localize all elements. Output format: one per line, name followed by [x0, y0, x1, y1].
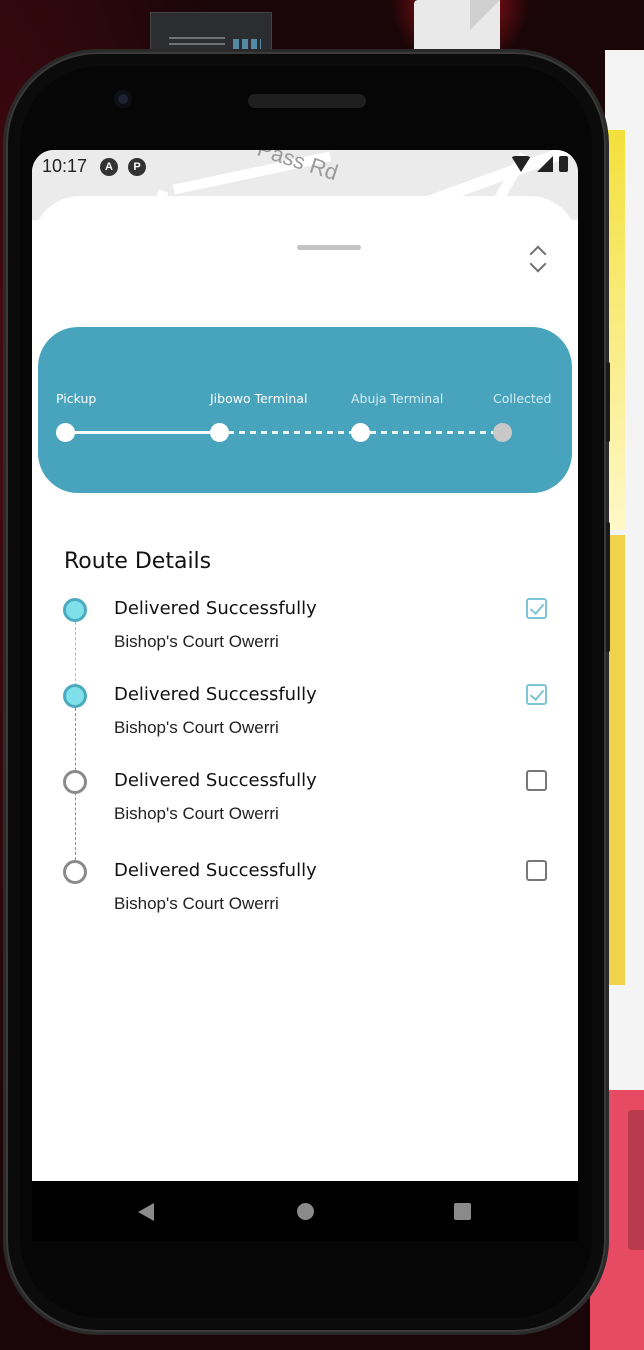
route-stop-address: Bishop's Court Owerri	[114, 718, 279, 737]
route-stop-checkbox[interactable]	[526, 770, 547, 791]
route-marker-pending	[63, 860, 87, 884]
recents-icon[interactable]	[454, 1203, 471, 1220]
chevron-up-down-icon[interactable]	[526, 242, 552, 278]
stage-dot-jibowo	[210, 423, 229, 442]
background-file-icon	[414, 0, 500, 60]
progress-track-upcoming	[228, 431, 364, 434]
progress-track-complete	[66, 431, 220, 434]
stage-label-collected: Collected	[493, 391, 552, 406]
status-indicators	[511, 156, 568, 172]
route-stop-checkbox[interactable]	[526, 684, 547, 705]
status-time: 10:17	[42, 156, 88, 176]
route-marker-done	[63, 684, 87, 708]
stage-label-abuja: Abuja Terminal	[351, 391, 444, 406]
bottom-sheet: Pickup Jibowo Terminal Abuja Terminal Co…	[32, 196, 578, 1181]
route-stop-title: Delivered Successfully	[114, 860, 317, 881]
route-stop-title: Delivered Successfully	[114, 598, 317, 619]
stage-dot-abuja	[351, 423, 370, 442]
background-pink-inner	[628, 1110, 644, 1250]
android-nav-bar	[32, 1181, 578, 1241]
route-stop-title: Delivered Successfully	[114, 684, 317, 705]
delivery-progress-card: Pickup Jibowo Terminal Abuja Terminal Co…	[38, 327, 572, 493]
route-stop[interactable]: Delivered Successfully Bishop's Court Ow…	[32, 770, 578, 840]
route-stop-title: Delivered Successfully	[114, 770, 317, 791]
status-bar: 10:17 A P	[32, 150, 578, 182]
route-stop-address: Bishop's Court Owerri	[114, 632, 279, 651]
signal-icon	[537, 156, 553, 172]
front-camera	[114, 90, 132, 108]
route-details-title: Route Details	[64, 549, 212, 574]
earpiece-speaker	[248, 94, 366, 108]
stage-dot-collected	[493, 423, 512, 442]
app-screen: Pass Rd 10:17 A P Pickup Jibowo Terminal…	[32, 150, 578, 1181]
route-stop-checkbox[interactable]	[526, 598, 547, 619]
home-icon[interactable]	[297, 1203, 314, 1220]
check-icon	[529, 685, 545, 702]
volume-button	[606, 362, 610, 442]
route-stop-checkbox[interactable]	[526, 860, 547, 881]
route-stop-address: Bishop's Court Owerri	[114, 894, 279, 913]
route-stop[interactable]: Delivered Successfully Bishop's Court Ow…	[32, 860, 578, 930]
check-icon	[529, 599, 545, 616]
stage-dot-pickup	[56, 423, 75, 442]
battery-icon	[559, 156, 568, 172]
route-stop[interactable]: Delivered Successfully Bishop's Court Ow…	[32, 598, 578, 668]
notification-icon: A	[100, 158, 118, 176]
stage-label-jibowo: Jibowo Terminal	[210, 391, 308, 406]
route-stop-address: Bishop's Court Owerri	[114, 804, 279, 823]
back-icon[interactable]	[138, 1203, 154, 1221]
sheet-drag-handle[interactable]	[297, 245, 361, 250]
route-marker-pending	[63, 770, 87, 794]
progress-track-upcoming-2	[370, 431, 506, 434]
route-stop[interactable]: Delivered Successfully Bishop's Court Ow…	[32, 684, 578, 754]
background-yellow-strip	[605, 130, 625, 530]
stage-label-pickup: Pickup	[56, 391, 97, 406]
wifi-icon	[511, 156, 531, 172]
route-marker-done	[63, 598, 87, 622]
notification-icon-2: P	[128, 158, 146, 176]
power-button	[606, 522, 610, 652]
